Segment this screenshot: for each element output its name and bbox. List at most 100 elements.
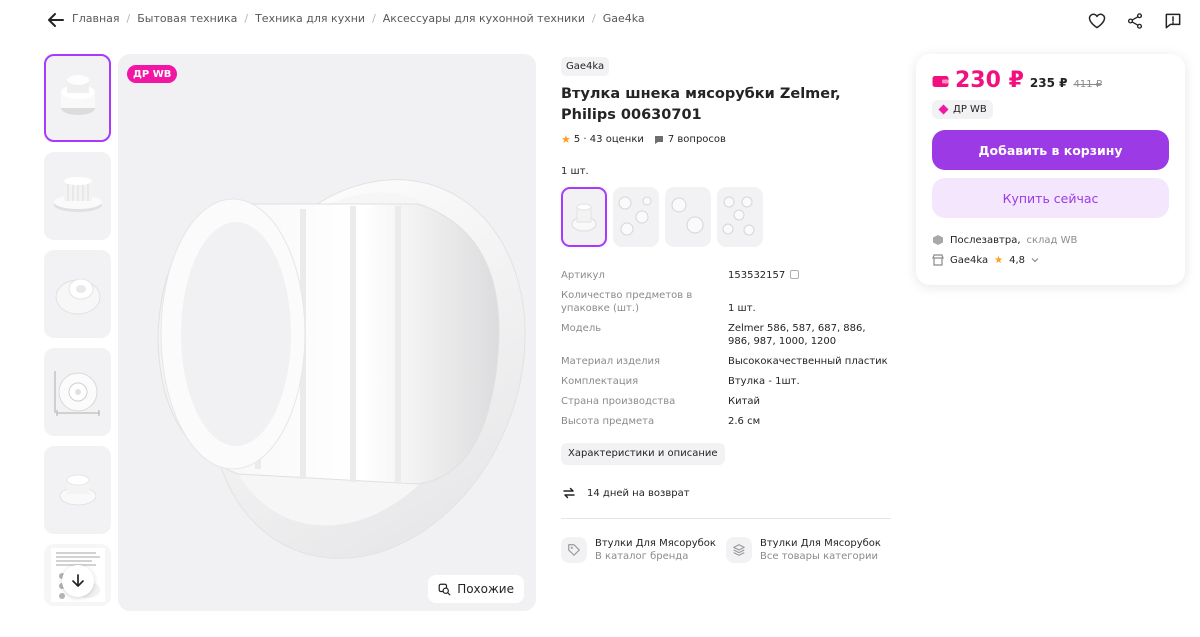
price-without-wallet: 235 ₽ [1029, 76, 1068, 90]
spec-value: Втулка - 1шт. [728, 376, 800, 387]
spec-row: Артикул 153532157 [561, 269, 893, 282]
delivery-warehouse: склад WB [1026, 234, 1078, 246]
delivery-date: Послезавтра, [950, 234, 1021, 246]
spec-row: Высота предмета 2.6 см [561, 415, 893, 428]
spec-row: Комплектация Втулка - 1шт. [561, 375, 893, 388]
variant-list [561, 187, 893, 247]
add-to-cart-button[interactable]: Добавить в корзину [932, 130, 1169, 170]
returns-info: 14 дней на возврат [561, 485, 893, 501]
delivery-info: Послезавтра, склад WB [932, 234, 1169, 246]
spec-value: 153532157 [728, 269, 888, 282]
thumbnail-5[interactable] [44, 446, 111, 534]
spec-key: Модель [561, 323, 602, 334]
variant-image [618, 196, 652, 236]
seller-rating: 4,8 [1009, 254, 1026, 266]
breadcrumb-home[interactable]: Главная [72, 12, 120, 25]
variant-4-pcs[interactable] [717, 187, 763, 247]
thumbnail-scroll-down-button[interactable] [62, 565, 94, 597]
similar-button[interactable]: Похожие [428, 575, 524, 603]
back-arrow-icon[interactable] [44, 8, 68, 32]
returns-label: 14 дней на возврат [587, 487, 690, 499]
tag-icon [561, 537, 587, 563]
similar-label: Похожие [457, 582, 514, 596]
brand-chip[interactable]: Gae4ka [561, 57, 610, 76]
similar-search-icon [438, 583, 451, 595]
variant-image [571, 203, 597, 232]
return-arrows-icon [563, 487, 575, 499]
spec-value: 1 шт. [728, 303, 756, 314]
spec-value: 2.6 см [728, 416, 761, 427]
spec-key: Комплектация [561, 376, 639, 387]
price: 230 ₽ [955, 68, 1024, 93]
share-icon[interactable] [1122, 8, 1148, 34]
description-button[interactable]: Характеристики и описание [561, 443, 725, 465]
rating-separator: · [580, 134, 590, 145]
category-title: Втулки Для Мясорубок [760, 538, 881, 549]
spec-key: Материал изделия [561, 356, 661, 367]
category-sub: Все товары категории [760, 551, 878, 562]
spec-key: Высота предмета [561, 416, 655, 427]
questions-count: 7 вопросов [667, 134, 726, 145]
spec-value: Высококачественный пластик [728, 356, 888, 367]
layers-icon [726, 537, 752, 563]
arrow-down-icon [72, 574, 84, 587]
thumbnail-1[interactable] [44, 54, 111, 142]
thumbnail-2[interactable] [44, 152, 111, 240]
thumbnail-list [44, 54, 111, 606]
price-crossed: 411 ₽ [1073, 79, 1103, 90]
brand-catalog-link[interactable]: Втулки Для Мясорубок Gae4ka В каталог бр… [561, 537, 716, 563]
breadcrumb-kitchen[interactable]: Техника для кухни [255, 12, 365, 25]
top-actions [1084, 8, 1186, 34]
bushing-image [53, 177, 102, 212]
rating-row: ★ 5 · 43 оценки 7 вопросов [561, 133, 893, 146]
top-bar: Главная / Бытовая техника / Техника для … [0, 0, 1200, 40]
variant-2-pcs[interactable] [665, 187, 711, 247]
variant-image [722, 196, 755, 236]
seller-link[interactable]: Gae4ka ★ 4,8 [932, 254, 1169, 266]
heart-icon[interactable] [1084, 8, 1110, 34]
breadcrumb-accessories[interactable]: Аксессуары для кухонной техники [383, 12, 585, 25]
variant-1-pcs[interactable] [561, 187, 607, 247]
star-icon: ★ [994, 254, 1004, 266]
spec-key: Количество предметов в упаковке (шт.) [561, 290, 693, 314]
breadcrumb-separator: / [244, 12, 249, 25]
spec-row: Страна производства Китай [561, 395, 893, 408]
quantity-label: 1 шт. [561, 166, 589, 177]
bushing-image [157, 179, 526, 559]
thumbnail-4[interactable] [44, 348, 111, 436]
spec-row: Материал изделия Высококачественный плас… [561, 355, 893, 368]
bushing-image [59, 474, 96, 506]
buy-now-button[interactable]: Купить сейчас [932, 178, 1169, 218]
catalog-links: Втулки Для Мясорубок Gae4ka В каталог бр… [561, 537, 893, 563]
variant-3-pcs[interactable] [613, 187, 659, 247]
seller-name: Gae4ka [950, 254, 989, 266]
breadcrumb-appliances[interactable]: Бытовая техника [137, 12, 237, 25]
dr-wb-label: ДР WB [953, 104, 987, 115]
price-row: 230 ₽ 235 ₽ 411 ₽ [932, 68, 1169, 93]
spec-value: Zelmer 586, 587, 687, 886, 986, 987, 100… [728, 323, 866, 347]
shop-icon [932, 254, 944, 266]
dr-wb-badge: ДР WB [127, 65, 178, 83]
copy-icon[interactable] [790, 270, 800, 279]
star-icon: ★ [561, 133, 571, 146]
box-icon [933, 235, 943, 245]
spec-key: Артикул [561, 270, 605, 281]
buy-card: 230 ₽ 235 ₽ 411 ₽ ДР WB Добавить в корзи… [916, 54, 1185, 285]
main-product-image[interactable]: ДР WB Похожие [118, 54, 536, 611]
breadcrumb-brand[interactable]: Gae4ka [603, 12, 645, 25]
spec-row: Модель Zelmer 586, 587, 687, 886, 986, 9… [561, 322, 893, 348]
breadcrumb-separator: / [592, 12, 596, 25]
breadcrumb-separator: / [372, 12, 376, 25]
questions-link[interactable]: 7 вопросов [654, 134, 726, 145]
thumbnail-3[interactable] [44, 250, 111, 338]
report-icon[interactable] [1160, 8, 1186, 34]
bushing-diagram-image [54, 371, 99, 416]
reviews-count[interactable]: 43 оценки [590, 134, 644, 145]
bushing-image [60, 75, 95, 115]
category-link[interactable]: Втулки Для Мясорубок Все товары категори… [726, 537, 881, 563]
breadcrumb-separator: / [126, 12, 131, 25]
brand-catalog-sub: В каталог бренда [595, 551, 689, 562]
question-icon [654, 135, 663, 144]
specs-table: Артикул 153532157 Количество предметов в… [561, 269, 893, 428]
bushing-image [55, 278, 100, 315]
